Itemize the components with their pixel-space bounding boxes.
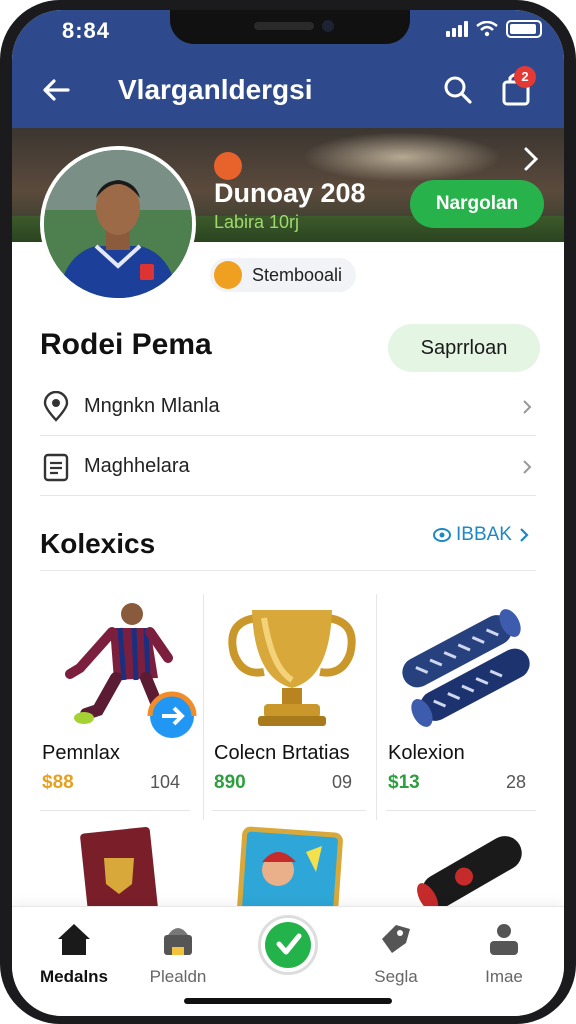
collection-card[interactable]: Kolexion $13 28 [386,588,546,808]
nav-item-profile[interactable]: Imae [454,919,554,987]
profile-icon [490,924,518,955]
home-indicator[interactable] [184,998,392,1004]
card-count: 104 [149,772,180,792]
nav-label: Plealdn [149,967,207,986]
trading-card-image [236,826,343,924]
nav-label: Imae [485,967,523,986]
avatar[interactable] [40,146,196,302]
stadium-lights [302,132,502,182]
nav-item-shop[interactable]: Plealdn [128,919,228,987]
card-name: Kolexion [388,742,465,764]
grid-divider [203,594,204,820]
player-photo [44,150,192,298]
chevron-right-icon [523,459,532,474]
list-item-document[interactable]: Maghhelara [40,438,536,496]
card-count: 09 [331,772,352,792]
status-time: 8:84 [62,18,111,43]
front-camera [322,20,334,32]
wifi-icon [476,21,498,37]
card-name: Colecn Brtatias [214,742,350,764]
card-divider [40,810,190,811]
section-title: Kolexics [40,528,156,559]
list-item-label: Maghhelara [84,455,190,477]
battery-icon [506,20,542,38]
status-icons [446,20,542,38]
chevron-right-icon[interactable] [516,144,546,174]
card-divider [212,810,366,811]
phone-device: 8:84 Vlarganldergsi 2 Dunoay 208 Labira … [0,0,576,1024]
card-divider [386,810,536,811]
team-chip-label: Stembooali [252,264,343,285]
page-title: Vlarganldergsi [118,74,313,105]
app-screen: 8:84 Vlarganldergsi 2 Dunoay 208 Labira … [12,10,564,1016]
document-icon [43,453,69,481]
nav-label: Medalns [39,967,109,986]
chevron-right-icon [523,399,532,414]
player-figure-image [65,603,197,738]
scarf-rolls-image [402,609,530,727]
see-all-link[interactable]: IBBAK [432,524,532,546]
club-crest-icon [214,152,242,180]
card-price: $88 [42,772,74,793]
collection-card[interactable]: Colecn Brtatias 890 09 [212,588,372,808]
player-subtitle: Labira 10rj [214,212,300,232]
trophy-icon [228,610,356,726]
profile-name: Rodei Pema [40,328,212,361]
list-item-label: Mngnkn Mlanla [84,395,220,417]
see-all-label: IBBAK [456,524,512,545]
nav-label: Segla [374,967,418,986]
bottle-image [417,836,522,913]
follow-button[interactable]: Nargolan [410,180,544,228]
play-button[interactable] [258,915,318,975]
chevron-right-icon [520,528,529,542]
home-icon [58,924,90,955]
location-pin-icon [43,390,69,422]
card-name: Pemnlax [42,742,120,764]
nav-item-tags[interactable]: Segla [346,919,446,987]
card-price: $13 [388,772,420,793]
search-icon[interactable] [440,72,476,108]
divider [40,570,536,571]
team-chip[interactable]: Stembooali [210,258,357,292]
shop-icon [164,928,192,955]
team-badge-icon [214,261,242,289]
device-notch [170,10,410,44]
eye-icon [433,528,451,542]
back-arrow-icon[interactable] [38,72,74,108]
play-icon [265,922,311,968]
save-button[interactable]: Saprrloan [388,324,540,372]
card-price: 890 [214,772,246,793]
player-title: Dunoay 208 [214,178,366,208]
card-count: 28 [505,772,526,792]
badge-card-image [80,826,159,920]
list-item-location[interactable]: Mngnkn Mlanla [40,378,536,436]
nav-item-medals[interactable]: Medalns [24,919,124,987]
grid-divider [376,594,377,820]
tag-icon [382,925,410,953]
speaker-grille [254,22,314,30]
cart-badge: 2 [514,66,536,88]
signal-icon [446,21,468,37]
collection-card[interactable]: Pemnlax $88 104 [40,588,200,808]
